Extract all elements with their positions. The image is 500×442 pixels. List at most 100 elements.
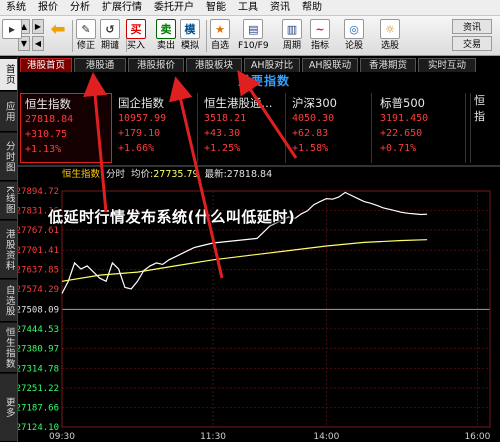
tab-0[interactable]: 港股首页 xyxy=(20,58,72,72)
sidebar-item-7[interactable]: 更多 xyxy=(0,374,17,442)
y-tick-label: 27187.66 xyxy=(18,404,59,414)
section-title: 重要指数 xyxy=(238,74,291,88)
indicator-button[interactable]: ~ 指标 xyxy=(310,18,330,54)
nav-left-icon[interactable]: ◀ xyxy=(32,36,44,51)
menu-item-0[interactable]: 系统 xyxy=(0,0,32,16)
sidebar-item-1[interactable]: 应用 xyxy=(0,92,17,132)
forum-label: 论股 xyxy=(344,41,363,51)
index-card-value: 4050.30 xyxy=(292,113,335,124)
x-tick-label: 16:00 xyxy=(464,432,490,442)
index-card-1[interactable]: 国企指数 10957.99 +179.10 +1.66% xyxy=(114,93,198,163)
y-tick-label: 27894.72 xyxy=(18,187,59,197)
sell-icon: 卖 xyxy=(156,19,176,39)
sidebar-item-4[interactable]: 港股资料 xyxy=(0,221,17,279)
menu-item-4[interactable]: 委托开户 xyxy=(148,0,200,16)
index-card-name: 恒生港股通... xyxy=(204,96,273,110)
expire-label: 期谴 xyxy=(100,41,119,51)
index-card-name: 沪深300 xyxy=(292,96,337,110)
x-tick-label: 09:30 xyxy=(49,432,75,442)
menu-item-1[interactable]: 报价 xyxy=(32,0,64,16)
toolbar-separator xyxy=(206,20,207,52)
right-panel-text-1: 恒 xyxy=(474,94,485,107)
sidebar-item-2[interactable]: 分时图 xyxy=(0,133,17,181)
tab-6[interactable]: 香港期货 xyxy=(360,58,416,72)
menu-bar: 系统 报价 分析 扩展行情 委托开户 智能 工具 资讯 帮助 xyxy=(0,0,500,16)
trade-button[interactable]: 交易 xyxy=(452,36,492,51)
trading-terminal-window: 系统 报价 分析 扩展行情 委托开户 智能 工具 资讯 帮助 ▲ ▶ ▼ ◀ ▸ ⬅ ✎ 修正 ↺ 期… xyxy=(0,0,500,442)
index-card-4[interactable]: 标普500 3191.450 +22.650 +0.71% xyxy=(376,93,466,163)
chart-index-name: 恒生指数 xyxy=(62,169,101,180)
tab-5[interactable]: AH股联动 xyxy=(302,58,358,72)
period-icon: ▥ xyxy=(282,19,302,39)
hk-market-tabs: 港股首页 港股通 港股报价 港股板块 AH股对比 AH股联动 香港期货 实时互动 xyxy=(18,57,500,72)
index-card-pct: +1.66% xyxy=(118,143,155,154)
index-card-change: +22.650 xyxy=(380,128,423,139)
index-card-name: 标普500 xyxy=(380,96,425,110)
f10-icon: ▤ xyxy=(243,19,264,39)
y-tick-label: 27444.53 xyxy=(18,325,59,335)
sidebar-item-5[interactable]: 自选股 xyxy=(0,280,17,322)
menu-item-2[interactable]: 分析 xyxy=(64,0,96,16)
watchlist-button[interactable]: ★ 自选 xyxy=(210,18,230,54)
period-label: 周期 xyxy=(282,41,301,51)
menu-item-5[interactable]: 智能 xyxy=(200,0,232,16)
menu-item-7[interactable]: 资讯 xyxy=(264,0,296,16)
index-card-change: +310.75 xyxy=(25,129,68,140)
screener-button[interactable]: ☼ 选股 xyxy=(380,18,400,54)
tab-4[interactable]: AH股对比 xyxy=(244,58,300,72)
tab-2[interactable]: 港股报价 xyxy=(128,58,184,72)
period-button[interactable]: ▥ 周期 xyxy=(282,18,302,54)
info-button[interactable]: 资讯 xyxy=(452,19,492,34)
modify-label: 修正 xyxy=(76,41,95,51)
avg-label: 均价: xyxy=(131,169,154,180)
y-tick-label: 27251.22 xyxy=(18,384,59,394)
toolbar: ▲ ▶ ▼ ◀ ▸ ⬅ ✎ 修正 ↺ 期谴买买入卖卖出模模拟 ★ 自选 ▤ F10/F9 ▥ 周期… xyxy=(0,16,500,56)
buy-label: 买入 xyxy=(126,41,145,51)
y-tick-label: 27380.97 xyxy=(18,344,59,354)
indicator-label: 指标 xyxy=(310,41,329,51)
sell-button[interactable]: 卖卖出 xyxy=(156,18,176,54)
forum-button[interactable]: ◎ 论股 xyxy=(344,18,364,54)
menu-item-8[interactable]: 帮助 xyxy=(296,0,328,16)
index-card-pct: +1.25% xyxy=(204,143,241,154)
index-card-pct: +0.71% xyxy=(380,143,417,154)
nav-right-icon[interactable]: ▶ xyxy=(32,19,44,34)
expire-button[interactable]: ↺ 期谴 xyxy=(100,18,120,54)
tab-3[interactable]: 港股板块 xyxy=(186,58,242,72)
screener-icon: ☼ xyxy=(380,19,400,39)
index-card-3[interactable]: 沪深300 4050.30 +62.83 +1.58% xyxy=(288,93,372,163)
buy-button[interactable]: 买买入 xyxy=(126,18,146,54)
simulate-icon: 模 xyxy=(180,19,200,39)
modify-button[interactable]: ✎ 修正 xyxy=(76,18,96,54)
back-button[interactable]: ⬅ xyxy=(48,18,68,54)
index-card-pct: +1.13% xyxy=(25,144,62,155)
cursor-button[interactable]: ▸ xyxy=(2,18,22,54)
tab-7[interactable]: 实时互动 xyxy=(418,58,476,72)
index-card-0[interactable]: 恒生指数 27818.84 +310.75 +1.13% xyxy=(20,93,112,163)
menu-item-6[interactable]: 工具 xyxy=(232,0,264,16)
y-tick-label: 27314.78 xyxy=(18,365,59,375)
index-card-name: 恒生指数 xyxy=(25,97,71,111)
chart-mode: 分时 xyxy=(106,169,126,180)
sidebar-item-label: 首页 xyxy=(3,64,15,85)
y-tick-label: 27574.29 xyxy=(18,285,59,295)
index-card-2[interactable]: 恒生港股通... 3518.21 +43.30 +1.25% xyxy=(200,93,286,163)
modify-icon: ✎ xyxy=(76,19,96,39)
simulate-button[interactable]: 模模拟 xyxy=(180,18,200,54)
buy-icon: 买 xyxy=(126,19,146,39)
menu-item-3[interactable]: 扩展行情 xyxy=(96,0,148,16)
index-card-change: +179.10 xyxy=(118,128,161,139)
f10-button[interactable]: ▤ F10/F9 xyxy=(238,18,269,54)
sidebar-item-3[interactable]: K线图 xyxy=(0,182,17,220)
sidebar-item-0[interactable]: 首页 xyxy=(0,59,17,91)
y-tick-label: 27637.85 xyxy=(18,266,59,276)
sidebar-item-6[interactable]: 恒生指数 xyxy=(0,323,17,373)
nav-grid: ▲ ▶ ▼ ◀ xyxy=(18,19,46,53)
index-card-value: 10957.99 xyxy=(118,113,167,124)
index-card-change: +62.83 xyxy=(292,128,329,139)
sidebar-item-label: K线图 xyxy=(3,186,15,215)
simulate-label: 模拟 xyxy=(180,41,199,51)
watchlist-label: 自选 xyxy=(210,41,229,51)
tab-1[interactable]: 港股通 xyxy=(74,58,126,72)
right-index-panel[interactable]: 恒 指 xyxy=(470,93,500,163)
